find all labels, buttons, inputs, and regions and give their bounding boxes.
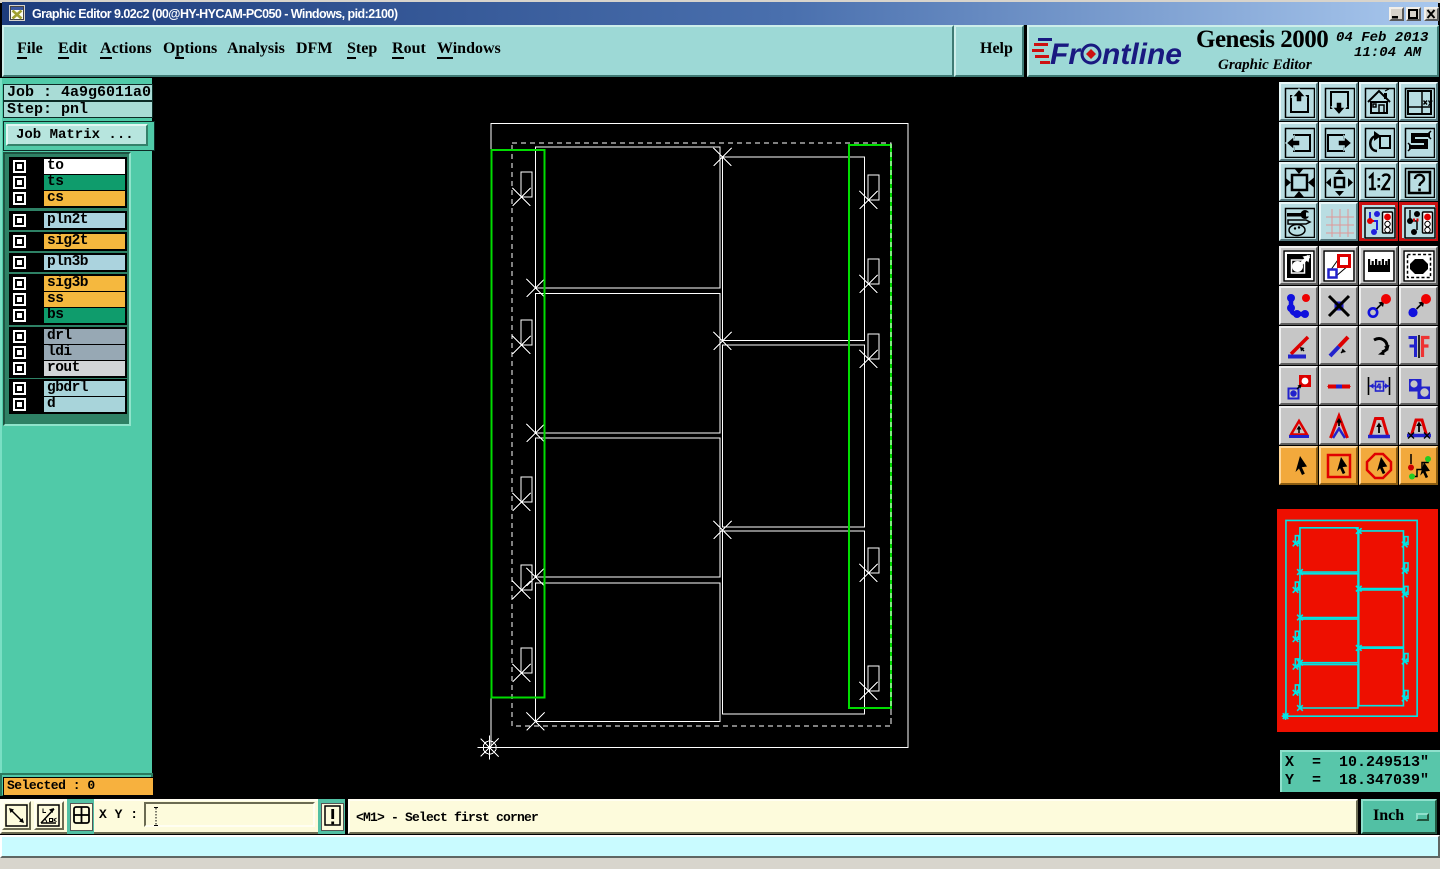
svg-text:Fr: Fr [1050,38,1082,71]
svg-text:ntline: ntline [1102,38,1182,71]
